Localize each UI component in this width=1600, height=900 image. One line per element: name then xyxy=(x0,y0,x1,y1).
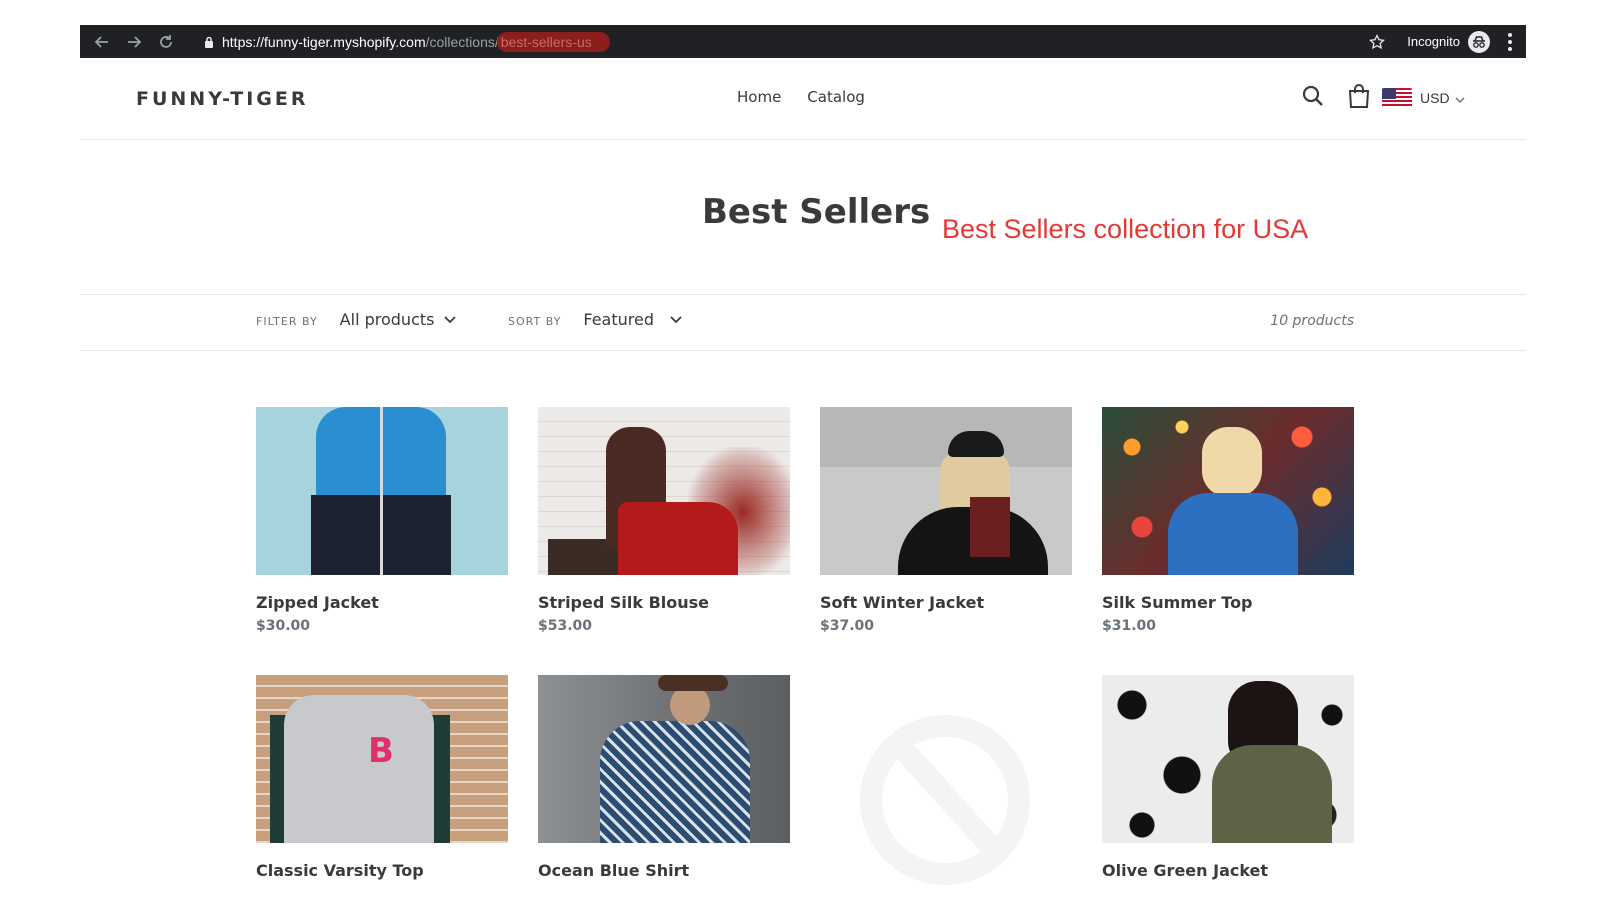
url-host: https://funny-tiger.myshopify.com xyxy=(222,33,426,50)
product-title[interactable]: Olive Green Jacket xyxy=(1102,861,1354,880)
product-count: 10 products xyxy=(1270,313,1354,329)
product-price: $53.00 xyxy=(538,618,593,634)
star-icon[interactable] xyxy=(1369,33,1386,50)
search-icon[interactable] xyxy=(1302,85,1324,111)
main-nav: Home Catalog xyxy=(737,88,865,106)
incognito-label: Incognito xyxy=(1407,34,1460,49)
product-title[interactable]: Ocean Blue Shirt xyxy=(538,861,790,880)
sort-by-label: SORT BY xyxy=(508,315,562,328)
product-image[interactable] xyxy=(820,407,1072,575)
sort-value: Featured xyxy=(583,310,654,329)
nav-catalog-link[interactable]: Catalog xyxy=(807,88,865,106)
site-header: FUNNY-TIGER Home Catalog USD xyxy=(80,58,1526,140)
chevron-down-icon xyxy=(444,315,457,323)
product-image[interactable] xyxy=(1102,675,1354,843)
us-flag-icon xyxy=(1382,88,1412,108)
lock-icon xyxy=(204,36,214,48)
product-card[interactable]: Ocean Blue Shirt xyxy=(538,675,790,880)
product-title[interactable]: Classic Varsity Top xyxy=(256,861,508,880)
product-card[interactable]: Silk Summer Top $31.00 xyxy=(1102,407,1354,634)
currency-selector[interactable]: USD xyxy=(1382,88,1465,108)
product-title[interactable]: Striped Silk Blouse xyxy=(538,593,790,612)
product-price: $30.00 xyxy=(256,618,311,634)
store-logo[interactable]: FUNNY-TIGER xyxy=(136,88,309,110)
product-price: $31.00 xyxy=(1102,618,1157,634)
product-card[interactable]: Striped Silk Blouse $53.00 xyxy=(538,407,790,634)
url-path: /collections/ xyxy=(425,33,499,50)
product-card[interactable]: Soft Winter Jacket $37.00 xyxy=(820,407,1072,634)
sort-select[interactable]: Featured xyxy=(583,310,682,329)
product-card[interactable] xyxy=(820,675,1072,885)
product-card[interactable]: Zipped Jacket $30.00 xyxy=(256,407,508,634)
product-image[interactable]: B xyxy=(256,675,508,843)
address-bar[interactable]: https://funny-tiger.myshopify.com/collec… xyxy=(190,28,1370,55)
collection-filters: FILTER BY All products SORT BY Featured … xyxy=(80,295,1526,351)
product-card[interactable]: B Classic Varsity Top xyxy=(256,675,508,880)
filter-by-label: FILTER BY xyxy=(256,315,318,328)
collection-title: Best Sellers xyxy=(702,192,931,232)
forward-arrow-icon[interactable] xyxy=(122,30,146,54)
collection-annotation: Best Sellers collection for USA xyxy=(942,214,1309,244)
product-title[interactable]: Silk Summer Top xyxy=(1102,593,1354,612)
cart-icon[interactable] xyxy=(1348,84,1370,112)
product-title[interactable]: Soft Winter Jacket xyxy=(820,593,1072,612)
filter-value: All products xyxy=(339,310,435,329)
product-title[interactable]: Zipped Jacket xyxy=(256,593,508,612)
sort-group: SORT BY Featured xyxy=(508,310,682,329)
chevron-down-icon xyxy=(670,315,682,323)
reload-icon[interactable] xyxy=(154,30,178,54)
image-placeholder-icon[interactable] xyxy=(820,675,1072,885)
chevron-down-icon xyxy=(1455,90,1465,106)
product-card[interactable]: Olive Green Jacket xyxy=(1102,675,1354,880)
product-image[interactable] xyxy=(538,407,790,575)
browser-toolbar: https://funny-tiger.myshopify.com/collec… xyxy=(80,25,1526,58)
product-image[interactable] xyxy=(256,407,508,575)
product-price: $37.00 xyxy=(820,618,875,634)
filter-select[interactable]: All products xyxy=(340,310,457,329)
kebab-menu-icon[interactable] xyxy=(1508,32,1512,51)
product-image[interactable] xyxy=(1102,407,1354,575)
currency-code: USD xyxy=(1420,90,1450,106)
url-slug-highlight: best-sellers-us xyxy=(496,31,610,52)
incognito-icon[interactable] xyxy=(1468,30,1490,53)
filter-group: FILTER BY All products xyxy=(256,310,457,329)
nav-home-link[interactable]: Home xyxy=(737,88,781,106)
product-image[interactable] xyxy=(538,675,790,843)
collection-hero: Best Sellers Best Sellers collection for… xyxy=(80,140,1526,295)
back-arrow-icon[interactable] xyxy=(90,30,114,54)
